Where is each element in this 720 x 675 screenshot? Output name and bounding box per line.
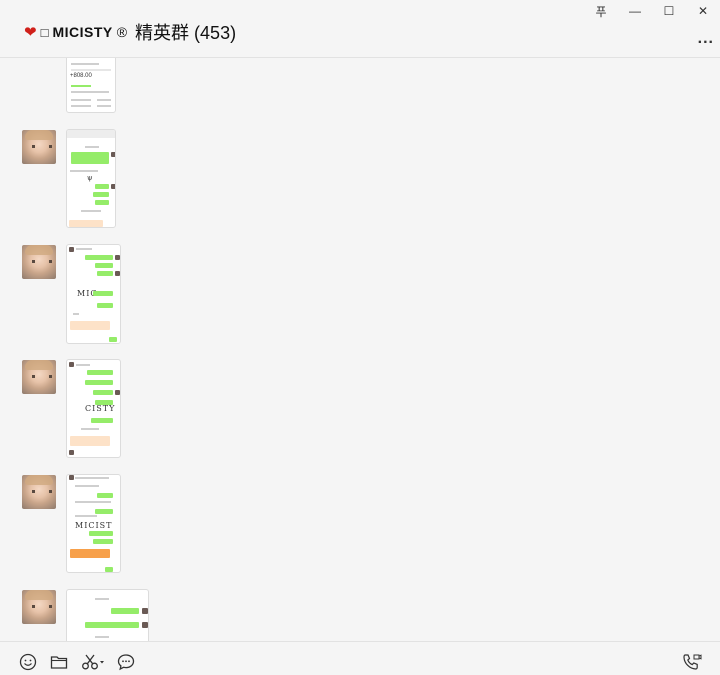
image-amount-text: +808.00 — [70, 73, 92, 79]
close-icon: ✕ — [697, 4, 709, 18]
file-button[interactable] — [50, 653, 68, 671]
chat-history-button[interactable] — [117, 653, 135, 671]
phone-video-icon — [683, 654, 702, 670]
chat-title: ❤ □ MICISTY ® 精英群 (453) — [24, 20, 236, 44]
window-controls: 푸 — ☐ ✕ — [584, 0, 720, 22]
chat-message-area[interactable]: +808.00 ψ MIC CISTY MICIST — [0, 58, 720, 641]
call-button[interactable] — [682, 653, 702, 671]
group-name: 精英群 (453) — [135, 23, 237, 43]
scissors-icon — [82, 654, 104, 670]
folder-icon — [50, 656, 68, 669]
close-button[interactable]: ✕ — [686, 0, 720, 22]
chat-bubble-icon — [117, 654, 135, 671]
maximize-icon: ☐ — [663, 4, 675, 18]
title-bar: ❤ □ MICISTY ® 精英群 (453) 푸 — ☐ ✕ ... — [0, 0, 720, 58]
emoji-button[interactable] — [19, 653, 37, 671]
avatar[interactable] — [22, 590, 56, 624]
input-toolbar — [0, 641, 720, 675]
registered-mark: ® — [116, 24, 128, 40]
emoji-icon — [19, 653, 37, 671]
image-message-1[interactable]: +808.00 — [66, 58, 116, 113]
image-message-2[interactable]: ψ — [66, 129, 116, 228]
pin-button[interactable]: 푸 — [584, 0, 618, 22]
minimize-icon: — — [629, 4, 641, 18]
box-glyph: □ — [40, 24, 49, 40]
image-message-3[interactable]: MIC — [66, 244, 121, 344]
more-options-button[interactable]: ... — [698, 30, 714, 48]
avatar[interactable] — [22, 245, 56, 279]
avatar[interactable] — [22, 475, 56, 509]
image-logo-text: CISTY — [85, 404, 116, 413]
heart-icon: ❤ — [24, 24, 37, 41]
avatar[interactable] — [22, 130, 56, 164]
title-brand: MICISTY — [52, 24, 113, 40]
minimize-button[interactable]: — — [618, 0, 652, 22]
pin-icon: 푸 — [595, 4, 607, 19]
image-message-5[interactable]: MICIST — [66, 474, 121, 573]
image-message-6[interactable] — [66, 589, 149, 641]
avatar[interactable] — [22, 360, 56, 394]
maximize-button[interactable]: ☐ — [652, 0, 686, 22]
screenshot-button[interactable] — [81, 653, 105, 671]
image-message-4[interactable]: CISTY — [66, 359, 121, 458]
image-logo-text: MICIST — [75, 521, 113, 530]
